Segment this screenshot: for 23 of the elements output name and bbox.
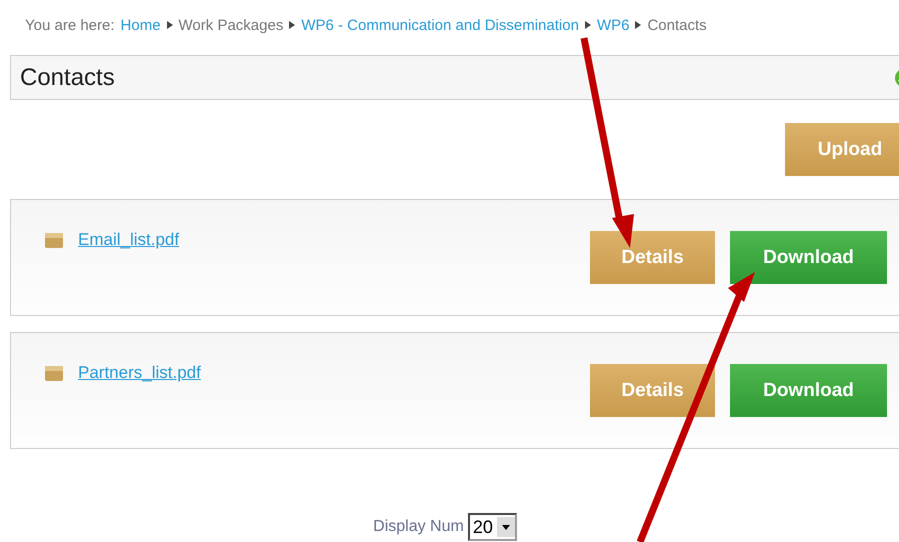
display-num-label: Display Num — [373, 518, 464, 536]
details-button[interactable]: Details — [590, 231, 715, 284]
display-num-select[interactable]: 20 — [468, 513, 517, 541]
download-button[interactable]: Download — [730, 231, 887, 284]
file-link[interactable]: Email_list.pdf — [78, 230, 180, 250]
separator-icon — [166, 21, 173, 29]
download-button[interactable]: Download — [730, 364, 887, 417]
breadcrumb-link[interactable]: Home — [120, 16, 161, 34]
breadcrumb-link[interactable]: WP6 - Communication and Dissemination — [301, 16, 579, 34]
caret-icon[interactable] — [496, 517, 515, 537]
breadcrumb-link[interactable]: WP6 — [596, 16, 630, 34]
upload-button[interactable]: Upload — [785, 123, 899, 176]
file-link[interactable]: Partners_list.pdf — [78, 363, 201, 383]
file-icon — [44, 364, 64, 382]
separator-icon — [635, 21, 642, 29]
separator-icon — [289, 21, 296, 29]
breadcrumb-item: Work Packages — [178, 16, 284, 34]
file-icon — [44, 231, 64, 249]
panel-title: Contacts — [20, 64, 115, 92]
details-button[interactable]: Details — [590, 364, 715, 417]
breadcrumb-item: Contacts — [647, 16, 707, 34]
breadcrumb-label: You are here: — [25, 16, 115, 34]
separator-icon — [584, 21, 591, 29]
